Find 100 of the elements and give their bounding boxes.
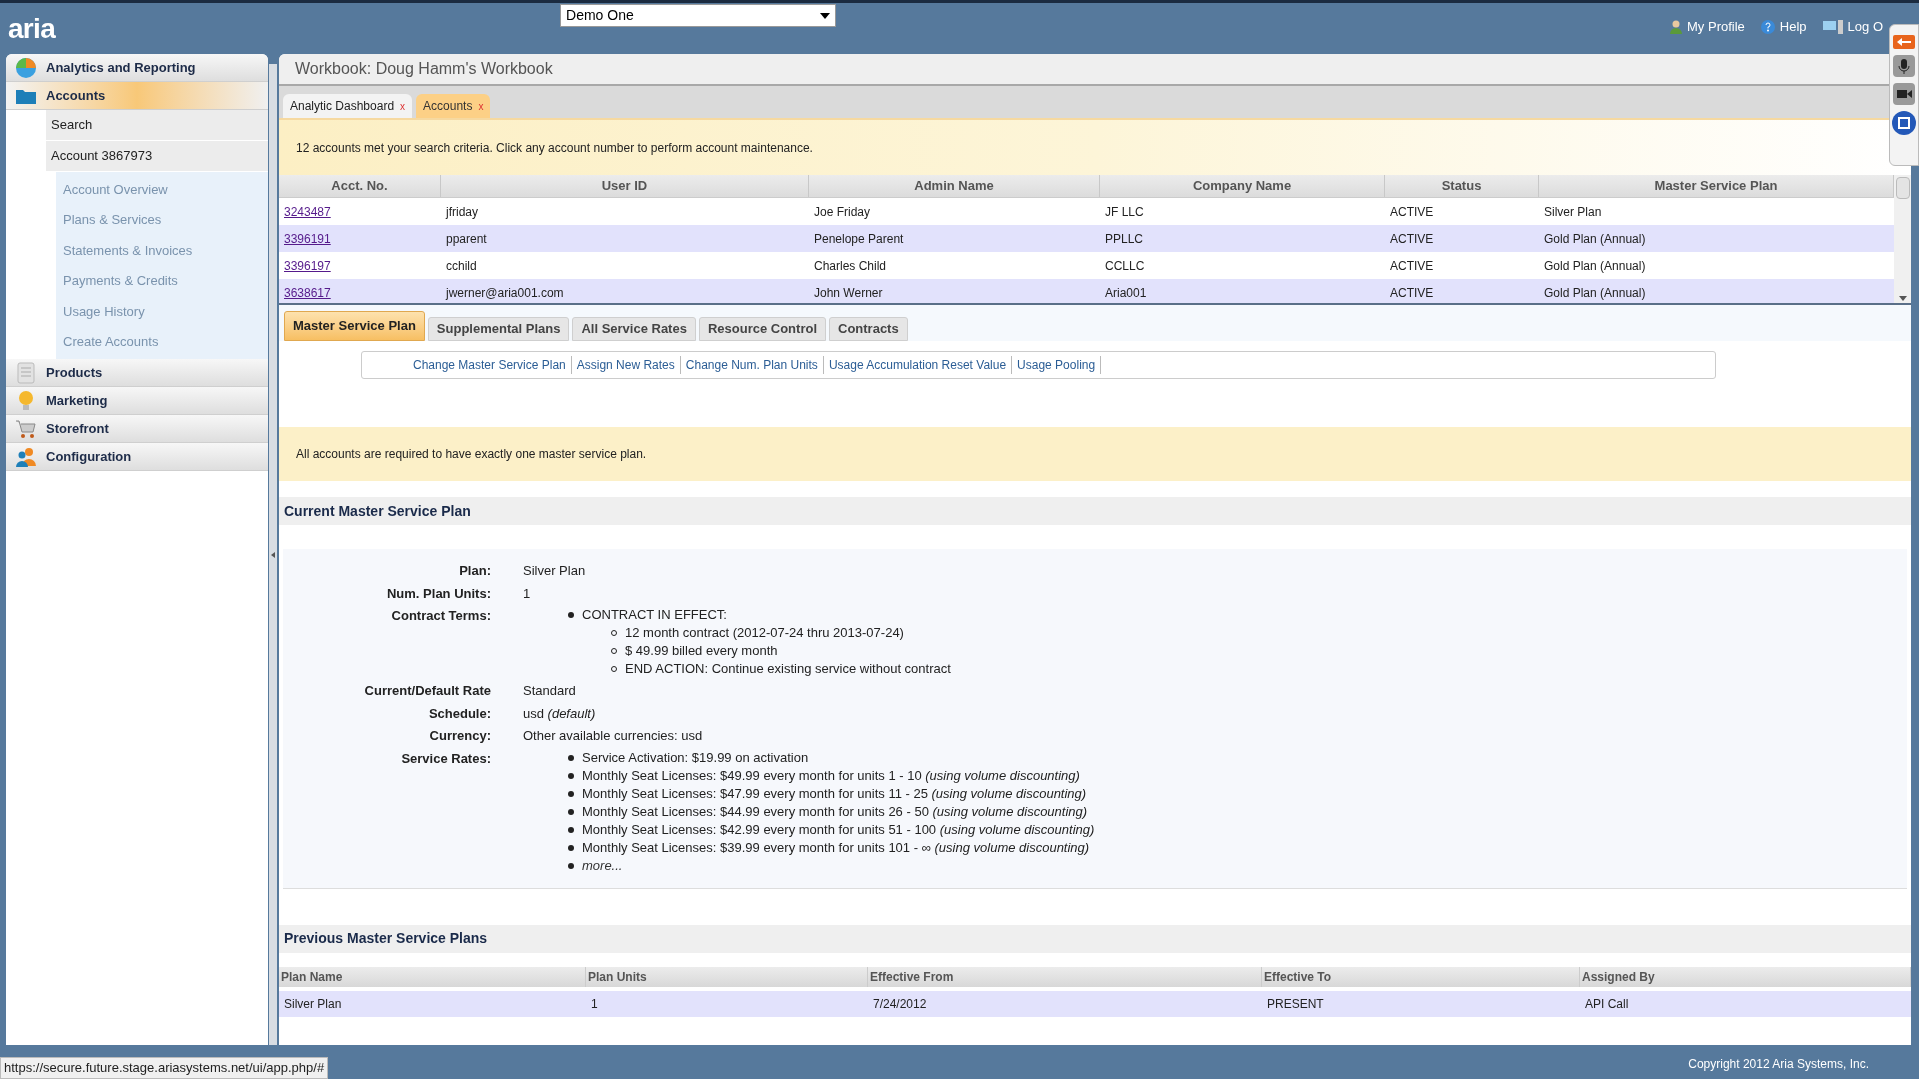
status-url: https://secure.future.stage.ariasystems.net/ui/app.php/# [0, 1057, 329, 1079]
sidebar-section[interactable]: Accounts [6, 82, 268, 110]
cart-icon [15, 417, 37, 440]
table-cell-text: Penelope Parent [814, 230, 904, 248]
scrollbar-thumb[interactable] [1895, 177, 1910, 199]
action-link[interactable]: Change Master Service Plan [408, 356, 572, 374]
table-cell-text: API Call [1585, 995, 1629, 1013]
table-cell-text: Silver Plan [1544, 203, 1602, 221]
column-header: Plan Name [279, 966, 586, 987]
column-header: Plan Units [586, 966, 868, 987]
table-cell-text: pparent [446, 230, 487, 248]
table-cell-text: John Werner [814, 284, 883, 302]
header-link[interactable]: Help [1760, 17, 1807, 37]
plan-tab[interactable]: Contracts [829, 317, 908, 341]
plan-tab[interactable]: Resource Control [698, 317, 826, 341]
field-label: Num. Plan Units: [387, 585, 491, 601]
table-cell-text: jfriday [446, 203, 478, 221]
column-header: Assigned By [1580, 966, 1911, 987]
person-icon [1670, 19, 1683, 34]
account-dropdown[interactable]: Demo One [560, 4, 837, 27]
action-link[interactable]: Usage Accumulation Reset Value [823, 356, 1013, 374]
sidebar-section[interactable]: Products [6, 359, 268, 387]
account-link[interactable]: 3638617 [284, 283, 331, 302]
list-item-text: Monthly Seat Licenses: $39.99 every month for units 101 - ∞ (using volume discounting) [582, 838, 1090, 857]
plan-tab[interactable]: All Service Rates [572, 317, 696, 341]
column-header[interactable]: Company Name [1100, 175, 1385, 197]
bullet-icon [568, 862, 574, 869]
table-cell-text: 1 [591, 995, 598, 1013]
list-item-text: Monthly Seat Licenses: $49.99 every month for units 1 - 10 (using volume discounting) [582, 766, 1080, 785]
list-item-text: CONTRACT IN EFFECT: [582, 606, 727, 624]
section-label: Products [46, 363, 103, 382]
table-cell-text: PPLLC [1105, 230, 1144, 248]
screen-share-icon[interactable] [1892, 111, 1916, 135]
field-label: Plan: [459, 563, 491, 578]
sidebar-item[interactable]: Account 3867973 [46, 141, 268, 172]
bullet-icon [568, 612, 574, 618]
action-link[interactable]: Assign New Rates [571, 356, 681, 374]
section-title: Previous Master Service Plans [279, 924, 1911, 953]
workbook-tab[interactable]: Accounts x [416, 94, 491, 118]
header-link[interactable]: My Profile [1670, 17, 1745, 37]
table-cell-text: PRESENT [1267, 995, 1324, 1013]
field-label: Schedule: [428, 705, 491, 721]
table-cell-text: ACTIVE [1390, 284, 1434, 302]
column-header[interactable]: User ID [441, 175, 809, 197]
more-link[interactable]: more... [582, 856, 623, 875]
sidebar-section[interactable]: Storefront [6, 415, 268, 443]
bullet-icon [568, 808, 574, 815]
video-camera-icon[interactable] [1893, 83, 1915, 105]
header-link[interactable]: Log O [1822, 17, 1883, 37]
sidebar-item[interactable]: Search [46, 110, 268, 141]
column-header: Effective To [1262, 966, 1580, 987]
list-item-text: Monthly Seat Licenses: $44.99 every month for units 26 - 50 (using volume discounting) [582, 802, 1088, 821]
copyright: Copyright 2012 Aria Systems, Inc. [1688, 1056, 1869, 1073]
list-item-text: Monthly Seat Licenses: $47.99 every month for units 11 - 25 (using volume discounting) [582, 784, 1087, 803]
bullet-icon [568, 826, 574, 833]
section-label: Analytics and Reporting [46, 58, 196, 77]
list-item-text: $ 49.99 billed every month [625, 642, 778, 660]
plan-tab[interactable]: Master Service Plan [284, 311, 425, 341]
column-header[interactable]: Status [1385, 175, 1539, 197]
account-link[interactable]: 3396197 [284, 256, 331, 275]
plan-tab[interactable]: Supplemental Plans [427, 317, 570, 341]
scrollbar[interactable] [1894, 175, 1911, 303]
column-header[interactable]: Admin Name [809, 175, 1100, 197]
workbook-tab[interactable]: Analytic Dashboard x [283, 94, 413, 118]
field-value: Standard [523, 683, 576, 698]
field-label: Contract Terms: [391, 608, 491, 623]
bullet-icon [568, 772, 574, 779]
list-item-text: Service Activation: $19.99 on activation [582, 748, 809, 767]
field-label: Service Rates: [401, 750, 491, 766]
caret-icon [271, 551, 275, 558]
bullet-icon [568, 790, 574, 797]
action-link[interactable]: Usage Pooling [1012, 356, 1102, 374]
action-link[interactable]: Change Num. Plan Units [680, 356, 824, 374]
table-cell-text: Aria001 [1105, 284, 1147, 302]
table-cell-text: ACTIVE [1390, 203, 1434, 221]
table-cell-text: Gold Plan (Annual) [1544, 230, 1646, 248]
section-label: Marketing [46, 391, 108, 410]
computer-icon [1822, 19, 1843, 34]
field-label: Currency: [429, 728, 491, 743]
table-cell-text: JF LLC [1105, 203, 1144, 221]
column-header[interactable]: Acct. No. [279, 175, 441, 197]
table-cell-text: Joe Friday [814, 203, 871, 221]
table-cell-text: ACTIVE [1390, 230, 1434, 248]
sidebar-section[interactable]: Marketing [6, 387, 268, 415]
table-cell-text: Gold Plan (Annual) [1544, 284, 1646, 302]
sidebar-section[interactable]: Analytics and Reporting [6, 54, 268, 82]
section-label: Accounts [46, 86, 106, 105]
list-item-text: 12 month contract (2012-07-24 thru 2013-07-24) [625, 624, 904, 642]
plan-notice: All accounts are required to have exactly one master service plan. [279, 427, 1911, 481]
people-icon [15, 445, 37, 468]
account-link[interactable]: 3243487 [284, 202, 331, 221]
help-icon [1760, 19, 1775, 34]
microphone-icon[interactable] [1893, 55, 1915, 77]
field-value: 1 [523, 585, 531, 601]
sidebar-section[interactable]: Configuration [6, 443, 268, 471]
close-tab-button[interactable]: x [400, 98, 406, 114]
field-value: usd (default) [523, 705, 596, 721]
account-link[interactable]: 3396191 [284, 229, 331, 248]
field-value: Other available currencies: usd [523, 728, 703, 743]
pie-chart-icon [15, 56, 37, 79]
